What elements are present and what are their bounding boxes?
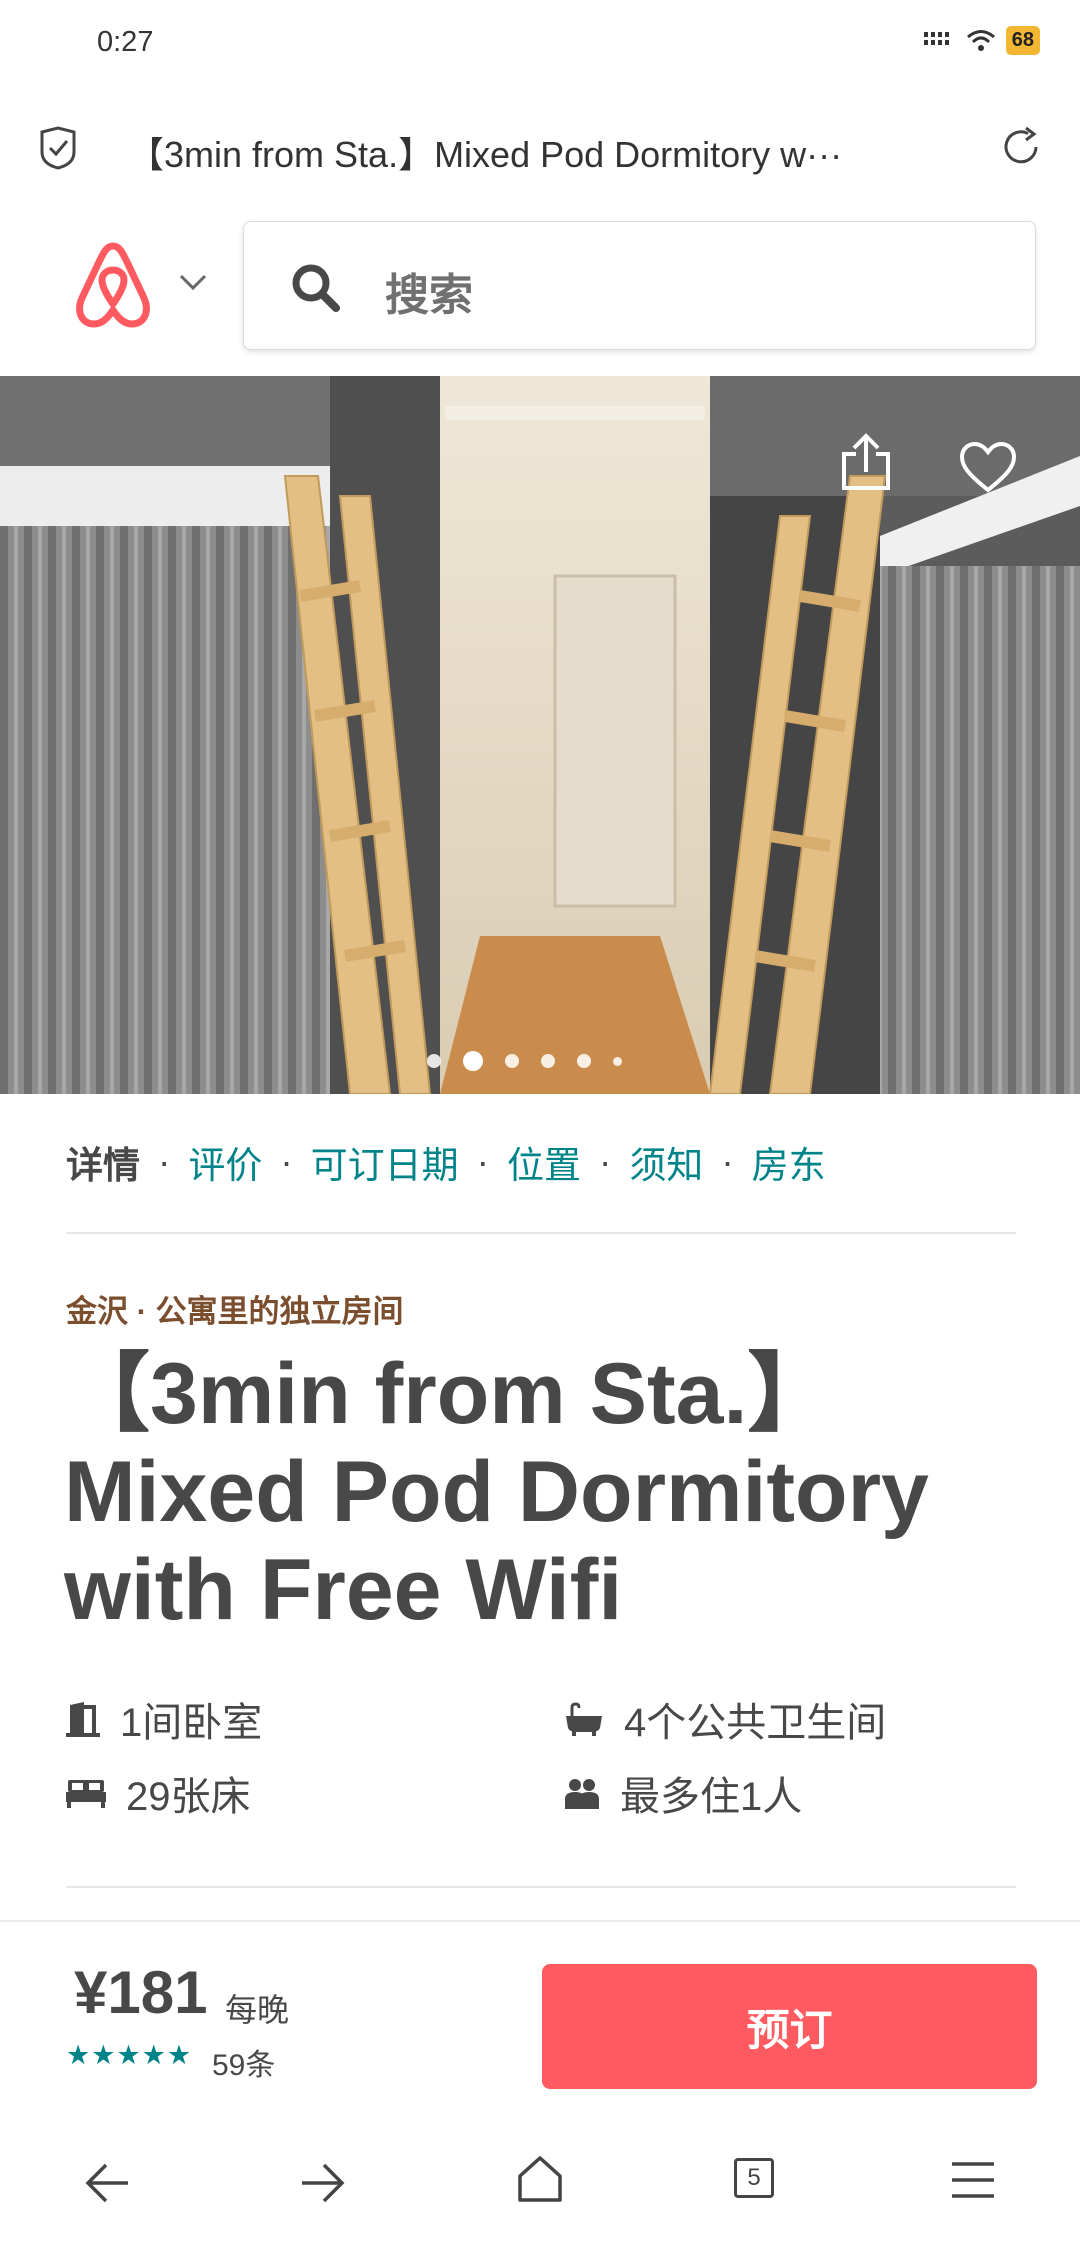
page-title-url[interactable]: 【3min from Sta.】Mixed Pod Dormitory w··· — [128, 126, 968, 178]
tab-availability[interactable]: 可订日期 — [311, 1135, 459, 1189]
status-time: 0:27 — [97, 26, 154, 58]
listing-title: 【3min from Sta.】Mixed Pod Dormitory with… — [64, 1346, 929, 1638]
bed-icon — [66, 1780, 106, 1808]
amenity-label: 最多住1人 — [620, 1775, 803, 1819]
section-tabs: 详情 · 评价 · 可订日期 · 位置 · 须知 · 房东 — [66, 1135, 826, 1189]
bathtub-icon — [566, 1702, 602, 1736]
home-icon[interactable] — [516, 2154, 564, 2204]
amenity-bedrooms: 1间卧室 — [66, 1690, 262, 1748]
battery-indicator: 68 — [1005, 26, 1040, 55]
tab-details[interactable]: 详情 — [66, 1135, 140, 1189]
carousel-dot[interactable] — [541, 1054, 555, 1068]
search-box[interactable] — [243, 221, 1036, 350]
tabs-counter-button[interactable]: 5 — [734, 2158, 774, 2198]
carousel-indicator[interactable] — [427, 1051, 622, 1071]
tab-separator: · — [476, 1141, 489, 1182]
book-button[interactable]: 预订 — [542, 1964, 1037, 2089]
airbnb-logo-icon[interactable] — [70, 240, 156, 330]
door-icon — [66, 1702, 100, 1737]
amenity-label: 1间卧室 — [120, 1701, 263, 1745]
rating-stars[interactable]: ★★★★★ — [66, 2040, 192, 2071]
forward-icon[interactable] — [298, 2160, 346, 2206]
browser-bottom-nav: 5 — [0, 2130, 1080, 2248]
back-icon[interactable] — [84, 2160, 132, 2206]
amenity-beds: 29张床 — [66, 1764, 251, 1822]
wifi-icon — [966, 29, 995, 51]
reload-icon[interactable] — [998, 124, 1044, 170]
tab-rules[interactable]: 须知 — [629, 1135, 703, 1189]
status-icons: 68 — [923, 26, 1040, 55]
share-icon[interactable] — [838, 432, 894, 494]
price-unit: 每晚 — [225, 1992, 290, 2028]
carousel-dot-active[interactable] — [463, 1051, 483, 1071]
price: ¥181 — [74, 1959, 208, 2026]
tab-separator: · — [721, 1141, 734, 1182]
tab-reviews[interactable]: 评价 — [188, 1135, 262, 1189]
carousel-dot[interactable] — [613, 1056, 622, 1066]
amenity-label: 4个公共卫生间 — [624, 1701, 887, 1745]
listing-category: 金沢 · 公寓里的独立房间 — [66, 1294, 404, 1329]
tab-host[interactable]: 房东 — [752, 1135, 826, 1189]
divider — [66, 1886, 1016, 1888]
review-count[interactable]: 59条 — [212, 2040, 275, 2084]
tab-separator: · — [280, 1141, 293, 1182]
carousel-dot[interactable] — [577, 1054, 591, 1068]
carousel-dot[interactable] — [505, 1054, 519, 1068]
divider — [66, 1232, 1016, 1234]
heart-icon[interactable] — [958, 440, 1018, 494]
listing-photo[interactable] — [0, 376, 1080, 1094]
amenity-label: 29张床 — [126, 1775, 251, 1819]
tab-separator: · — [598, 1141, 612, 1182]
shield-check-icon[interactable] — [38, 126, 78, 170]
search-input[interactable]: 搜索 — [385, 259, 473, 323]
signal-icon — [923, 31, 949, 45]
dorm-photo-illustration — [0, 376, 1080, 1094]
tab-separator: · — [158, 1141, 171, 1182]
amenity-bathrooms: 4个公共卫生间 — [564, 1690, 886, 1748]
guests-icon — [565, 1779, 599, 1809]
tab-location[interactable]: 位置 — [507, 1135, 581, 1189]
amenity-guests: 最多住1人 — [564, 1764, 802, 1822]
search-icon — [292, 264, 340, 312]
menu-icon[interactable] — [950, 2160, 996, 2200]
carousel-dot[interactable] — [427, 1054, 441, 1068]
chevron-down-icon[interactable] — [178, 272, 208, 292]
